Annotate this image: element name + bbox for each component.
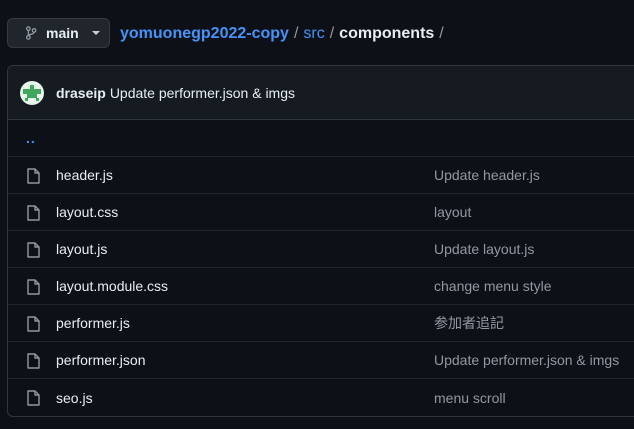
file-name-link[interactable]: performer.json [56, 352, 145, 368]
file-name-link[interactable]: layout.js [56, 241, 107, 257]
file-icon [26, 316, 40, 332]
branch-select-button[interactable]: main [7, 18, 110, 48]
file-row[interactable]: performer.json Update performer.json & im… [8, 342, 634, 379]
file-row[interactable]: layout.css layout [8, 194, 634, 231]
parent-directory-row[interactable]: .. [8, 120, 634, 157]
repo-header: main yomuonegp2022-copy / src / componen… [0, 0, 634, 66]
caret-down-icon [91, 31, 100, 35]
breadcrumb-separator: / [293, 25, 299, 42]
file-commit-message-link[interactable]: Update layout.js [434, 241, 534, 257]
file-row[interactable]: layout.js Update layout.js [8, 231, 634, 268]
file-icon [26, 205, 40, 221]
file-row[interactable]: seo.js menu scroll [8, 379, 634, 416]
file-icon [26, 279, 40, 295]
file-list: draseip Update performer.json & imgs .. … [7, 65, 634, 417]
branch-label: main [46, 25, 79, 41]
file-commit-message-link[interactable]: layout [434, 204, 471, 220]
file-row[interactable]: performer.js 参加者追記 [8, 305, 634, 342]
file-row[interactable]: header.js Update header.js [8, 157, 634, 194]
git-branch-icon [25, 26, 37, 40]
file-commit-message-link[interactable]: Update performer.json & imgs [434, 352, 619, 368]
file-icon [26, 353, 40, 369]
commit-message-link[interactable]: Update performer.json & imgs [110, 85, 295, 101]
latest-commit-bar: draseip Update performer.json & imgs [8, 66, 634, 120]
file-name-link[interactable]: layout.css [56, 204, 118, 220]
file-name-link[interactable]: layout.module.css [56, 278, 168, 294]
file-icon [26, 242, 40, 258]
breadcrumb: yomuonegp2022-copy / src / components / [120, 23, 449, 45]
file-commit-message-link[interactable]: Update header.js [434, 167, 540, 183]
file-row[interactable]: layout.module.css change menu style [8, 268, 634, 305]
breadcrumb-repo-link[interactable]: yomuonegp2022-copy [120, 25, 289, 43]
avatar[interactable] [20, 80, 44, 105]
breadcrumb-current-dir: components [339, 25, 435, 42]
identicon-icon [23, 84, 41, 101]
parent-directory-link[interactable]: .. [26, 130, 36, 146]
file-commit-message-link[interactable]: 参加者追記 [434, 313, 504, 333]
file-icon [26, 390, 40, 406]
file-commit-message-link[interactable]: change menu style [434, 278, 552, 294]
breadcrumb-src-link[interactable]: src [303, 25, 324, 43]
breadcrumb-separator: / [439, 25, 444, 42]
file-icon [26, 168, 40, 184]
file-name-link[interactable]: header.js [56, 167, 113, 183]
file-name-link[interactable]: performer.js [56, 315, 130, 331]
commit-author-link[interactable]: draseip [56, 85, 106, 101]
file-name-link[interactable]: seo.js [56, 390, 93, 406]
file-commit-message-link[interactable]: menu scroll [434, 390, 506, 406]
breadcrumb-separator: / [329, 25, 335, 42]
file-rows: header.js Update header.js layout.css layou… [8, 157, 634, 416]
